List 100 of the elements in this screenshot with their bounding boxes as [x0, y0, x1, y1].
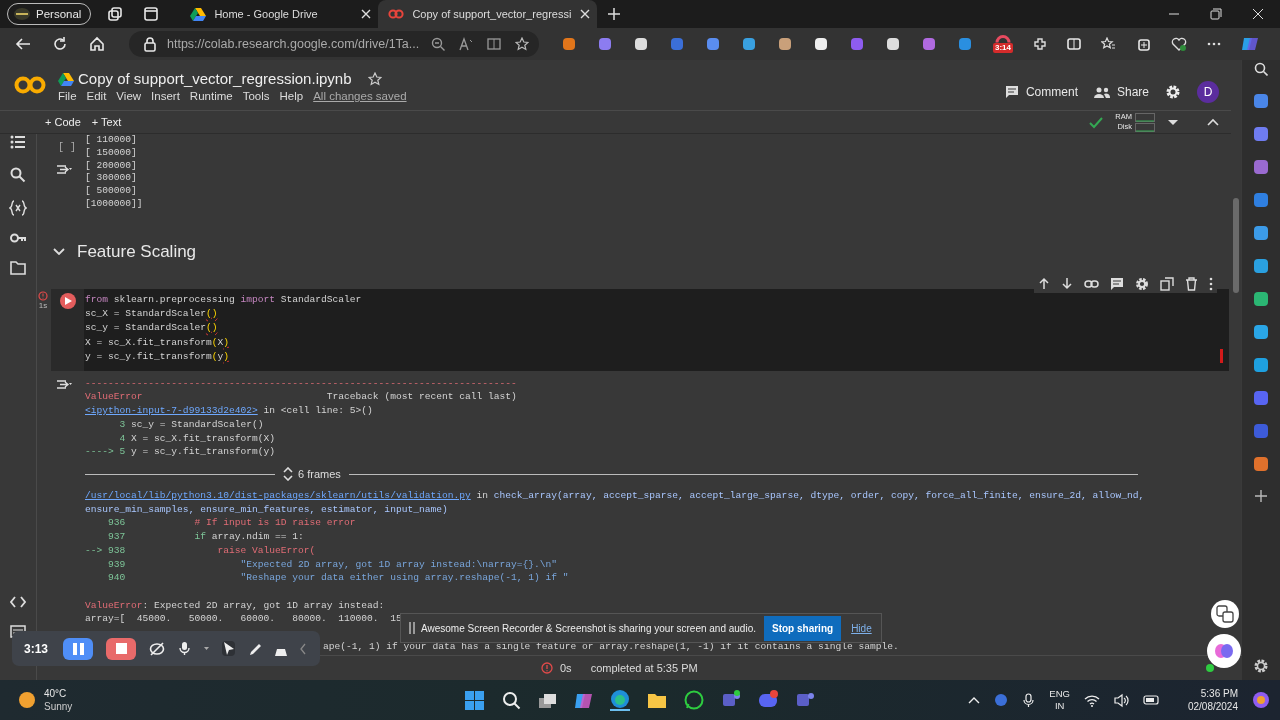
- more-icon[interactable]: [1207, 40, 1221, 48]
- heart-pulse-icon[interactable]: [1171, 36, 1187, 52]
- extensions-icon[interactable]: [1033, 37, 1047, 51]
- add-code-button[interactable]: + Code: [45, 116, 81, 128]
- caret-icon[interactable]: [204, 647, 210, 650]
- weather-widget[interactable]: 40°C Sunny: [18, 687, 73, 713]
- output-toggle-icon[interactable]: [56, 163, 72, 176]
- back-icon[interactable]: [15, 36, 31, 52]
- task-view-icon[interactable]: [538, 691, 557, 709]
- close-icon[interactable]: [579, 8, 592, 20]
- stop-button[interactable]: [106, 637, 137, 660]
- folder-icon[interactable]: [647, 691, 667, 709]
- app-icon[interactable]: [1253, 225, 1269, 241]
- hide-link[interactable]: Hide: [851, 622, 872, 634]
- search-icon[interactable]: [1254, 62, 1268, 76]
- extension-icon[interactable]: [777, 36, 793, 52]
- workspaces-icon[interactable]: [107, 7, 123, 21]
- tab-actions-icon[interactable]: [144, 7, 159, 21]
- read-aloud-icon[interactable]: [459, 37, 473, 51]
- reader-icon[interactable]: [487, 37, 501, 51]
- comment-icon[interactable]: [1110, 276, 1124, 291]
- chevron-down-icon[interactable]: [53, 248, 65, 256]
- restore-icon[interactable]: [1210, 8, 1222, 20]
- extension-icon[interactable]: [813, 36, 829, 52]
- app-icon[interactable]: [1253, 93, 1269, 109]
- translate-button[interactable]: [1211, 600, 1239, 628]
- stop-sharing-button[interactable]: Stop sharing: [764, 615, 842, 641]
- split-screen-icon[interactable]: [1067, 37, 1081, 51]
- menu-item[interactable]: Edit: [86, 90, 107, 102]
- move-up-icon[interactable]: [1038, 277, 1050, 291]
- code-cell[interactable]: from sklearn.preprocessing import StandardScaler sc_X = StandardScaler() sc_y = StandardScaler() X = sc_X.fit_transform(X) y = sc_y.fit_transform(y): [51, 288, 1229, 371]
- app-icon[interactable]: [1253, 159, 1269, 175]
- new-tab-icon[interactable]: [607, 7, 622, 21]
- notification-icon[interactable]: [1252, 691, 1270, 709]
- app-icon[interactable]: [1253, 291, 1269, 307]
- pause-button[interactable]: [63, 637, 94, 660]
- mirror-cell-icon[interactable]: [1160, 276, 1174, 291]
- run-button[interactable]: [59, 292, 76, 309]
- address-field[interactable]: https://colab.research.google.com/drive/1Ta...: [129, 31, 539, 57]
- app-icon[interactable]: [1253, 126, 1269, 142]
- volume-icon[interactable]: [1113, 692, 1129, 708]
- extension-icon[interactable]: [633, 36, 649, 52]
- microphone-icon[interactable]: [1022, 692, 1036, 708]
- output-toggle-icon[interactable]: [56, 377, 72, 391]
- browser-tab[interactable]: Copy of support_vector_regressi: [378, 0, 598, 28]
- app-icon[interactable]: [1253, 258, 1269, 274]
- menu-item[interactable]: Help: [279, 90, 304, 102]
- extension-icon[interactable]: [741, 36, 757, 52]
- delete-icon[interactable]: [1185, 276, 1198, 291]
- variables-icon[interactable]: [9, 200, 27, 216]
- assistant-button[interactable]: [1207, 634, 1241, 668]
- star-icon[interactable]: [367, 71, 382, 86]
- start-icon[interactable]: [464, 689, 485, 711]
- clock[interactable]: 5:36 PM 02/08/2024: [1187, 687, 1238, 713]
- move-down-icon[interactable]: [1061, 277, 1073, 291]
- app-tray-icon[interactable]: [994, 693, 1009, 707]
- key-icon[interactable]: [9, 233, 27, 243]
- app-icon[interactable]: [1253, 390, 1269, 406]
- browser-icon[interactable]: [610, 689, 630, 711]
- share-button[interactable]: Share: [1093, 85, 1149, 99]
- refresh-icon[interactable]: [52, 36, 68, 52]
- extension-icon[interactable]: [885, 36, 901, 52]
- toc-icon[interactable]: [10, 134, 26, 150]
- home-icon[interactable]: [89, 36, 105, 52]
- close-icon[interactable]: [1252, 8, 1264, 20]
- favorite-icon[interactable]: [515, 37, 529, 51]
- chevron-up-icon[interactable]: [968, 696, 981, 704]
- app-icon[interactable]: [1253, 324, 1269, 340]
- add-text-button[interactable]: + Text: [91, 116, 122, 128]
- avatar[interactable]: D: [1197, 81, 1219, 103]
- search-icon[interactable]: [502, 690, 521, 710]
- expand-frames-button[interactable]: 6 frames: [283, 467, 341, 481]
- copilot-icon[interactable]: [1241, 35, 1259, 53]
- game-chat-icon[interactable]: [758, 690, 778, 710]
- menu-item[interactable]: File: [58, 90, 77, 102]
- folder-icon[interactable]: [10, 260, 26, 275]
- collections-icon[interactable]: [1136, 36, 1151, 52]
- colab-logo-icon[interactable]: [14, 74, 46, 96]
- code-snippets-icon[interactable]: [10, 595, 26, 609]
- battery-icon[interactable]: [1142, 693, 1160, 707]
- cursor-icon[interactable]: [222, 641, 236, 656]
- close-icon[interactable]: [360, 8, 373, 20]
- browser-tab[interactable]: Home - Google Drive: [180, 0, 379, 28]
- favorites-icon[interactable]: [1101, 37, 1116, 51]
- search-icon[interactable]: [10, 167, 26, 183]
- comment-button[interactable]: Comment: [1004, 85, 1078, 99]
- app-icon[interactable]: [1253, 423, 1269, 439]
- menu-item[interactable]: Runtime: [189, 90, 233, 102]
- app-icon[interactable]: [1253, 192, 1269, 208]
- microphone-icon[interactable]: [178, 641, 192, 656]
- app-icon[interactable]: [1253, 456, 1269, 472]
- notebook-title[interactable]: Copy of support_vector_regression.ipynb: [78, 70, 352, 87]
- settings-icon[interactable]: [1135, 276, 1149, 291]
- settings-icon[interactable]: [1253, 658, 1269, 674]
- zoom-icon[interactable]: [431, 37, 445, 51]
- save-status-link[interactable]: All changes saved: [313, 90, 407, 102]
- menu-item[interactable]: View: [116, 90, 142, 102]
- more-vertical-icon[interactable]: [1209, 276, 1213, 291]
- language-switcher[interactable]: ENG IN: [1049, 688, 1070, 712]
- app-icon[interactable]: [1253, 357, 1269, 373]
